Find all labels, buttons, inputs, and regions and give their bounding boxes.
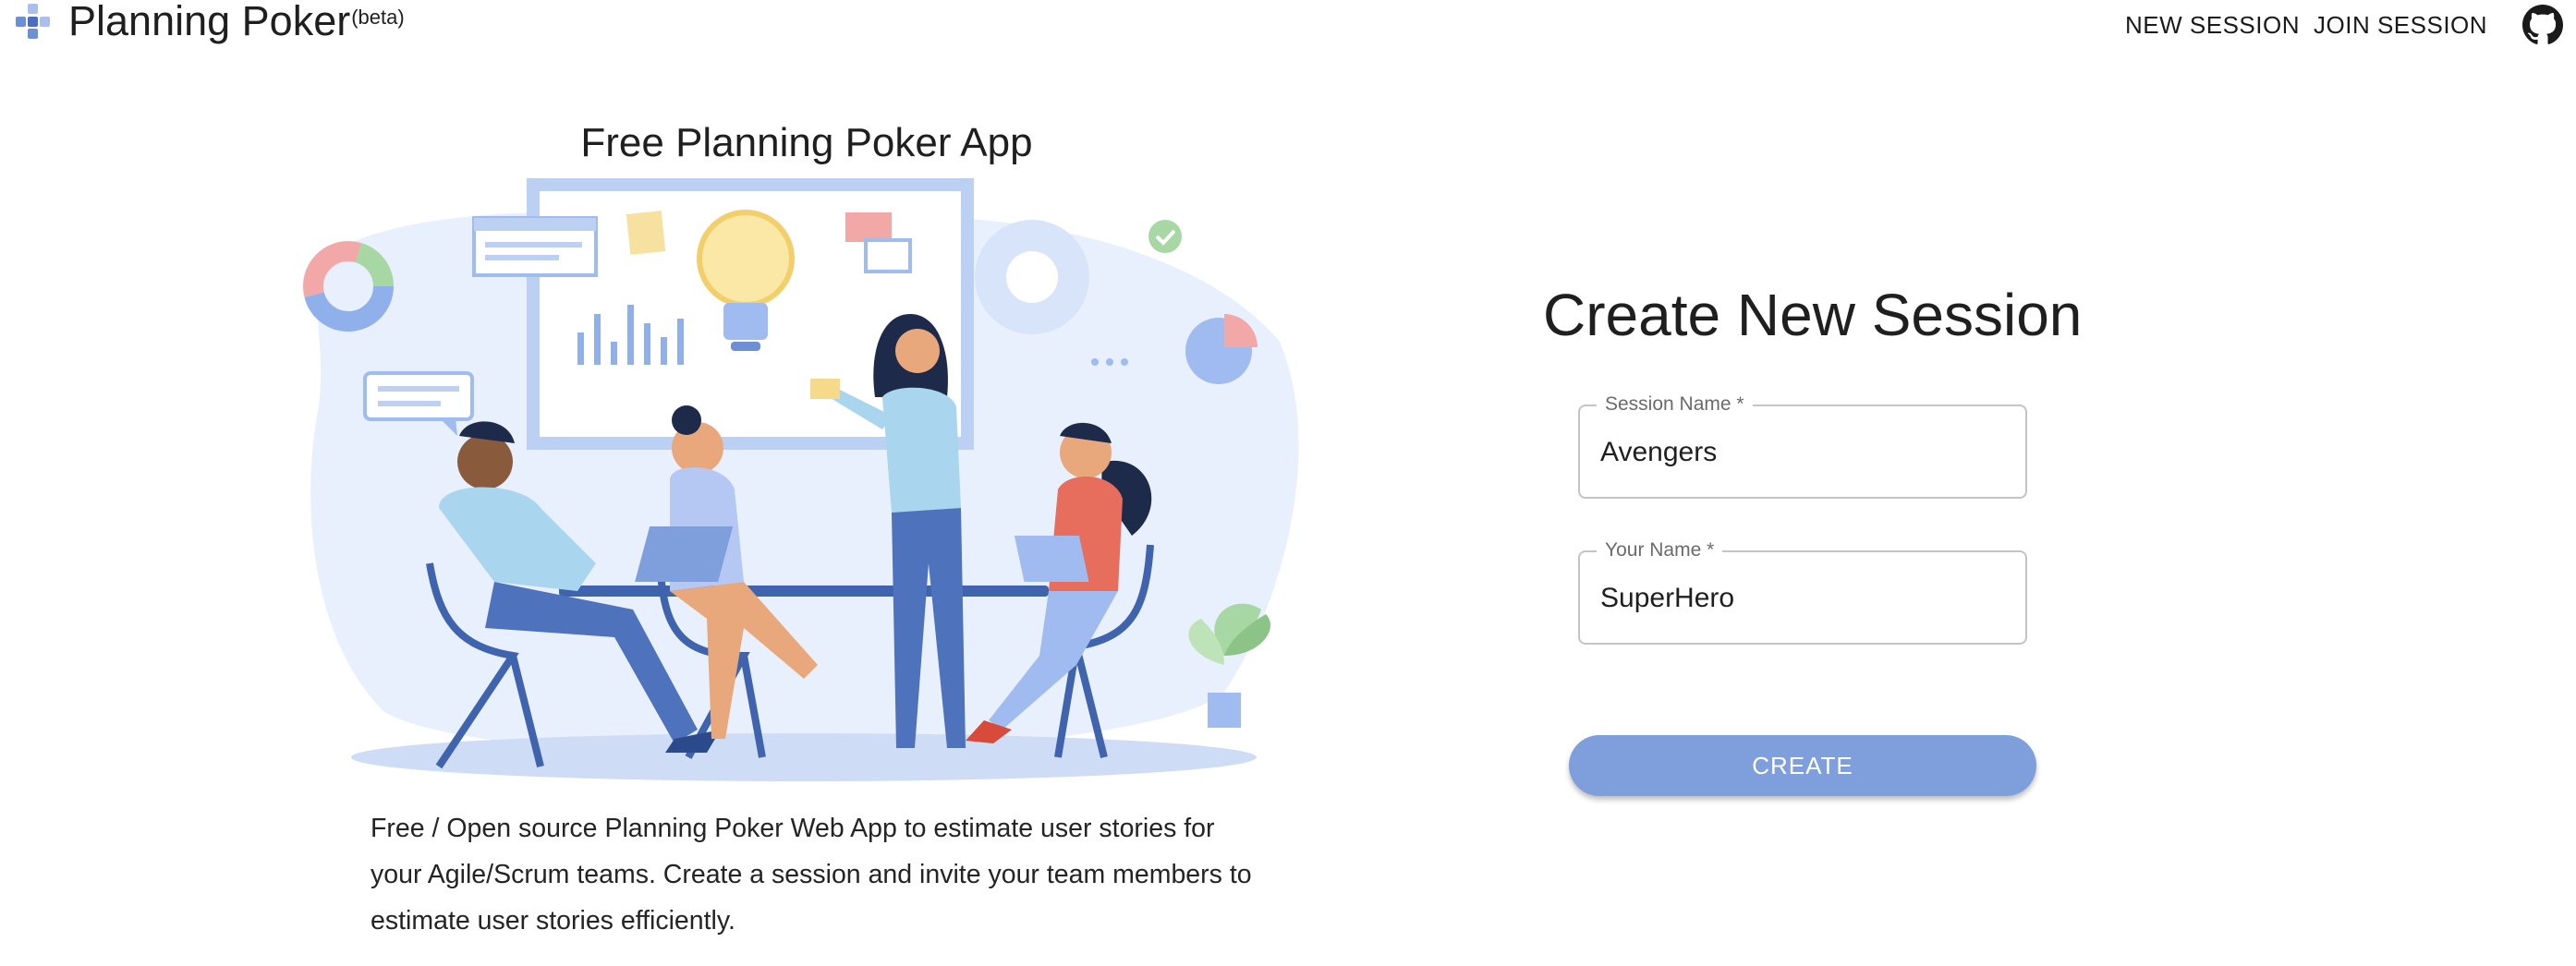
app-title-text: Planning Poker [68, 0, 351, 44]
gear-icon [975, 220, 1089, 334]
github-icon[interactable] [2522, 5, 2563, 45]
brand[interactable]: Planning Poker(beta) [13, 0, 405, 46]
session-name-label: Session Name * [1597, 393, 1753, 416]
beta-badge: (beta) [351, 6, 405, 29]
check-badge-icon [1148, 220, 1182, 253]
app-bar: Planning Poker(beta) NEW SESSION JOIN SE… [0, 0, 2576, 55]
planning-poker-logo-icon [16, 4, 50, 39]
create-session-title: Create New Session [1543, 282, 2083, 348]
session-name-input[interactable] [1600, 434, 2007, 471]
your-name-input[interactable] [1600, 580, 2007, 617]
join-session-button[interactable]: JOIN SESSION [2314, 7, 2487, 42]
app-title: Planning Poker(beta) [68, 0, 405, 42]
your-name-field[interactable]: Your Name * [1578, 539, 2027, 645]
team-meeting-illustration [303, 178, 1299, 781]
floor-shadow [351, 733, 1257, 781]
meeting-table [559, 586, 1049, 597]
session-name-field[interactable]: Session Name * [1578, 393, 2027, 499]
create-button[interactable]: CREATE [1569, 735, 2036, 796]
hero-title: Free Planning Poker App [580, 120, 1033, 165]
hero-description: Free / Open source Planning Poker Web Ap… [371, 814, 1252, 936]
new-session-button[interactable]: NEW SESSION [2125, 7, 2300, 42]
your-name-label: Your Name * [1597, 539, 1723, 561]
